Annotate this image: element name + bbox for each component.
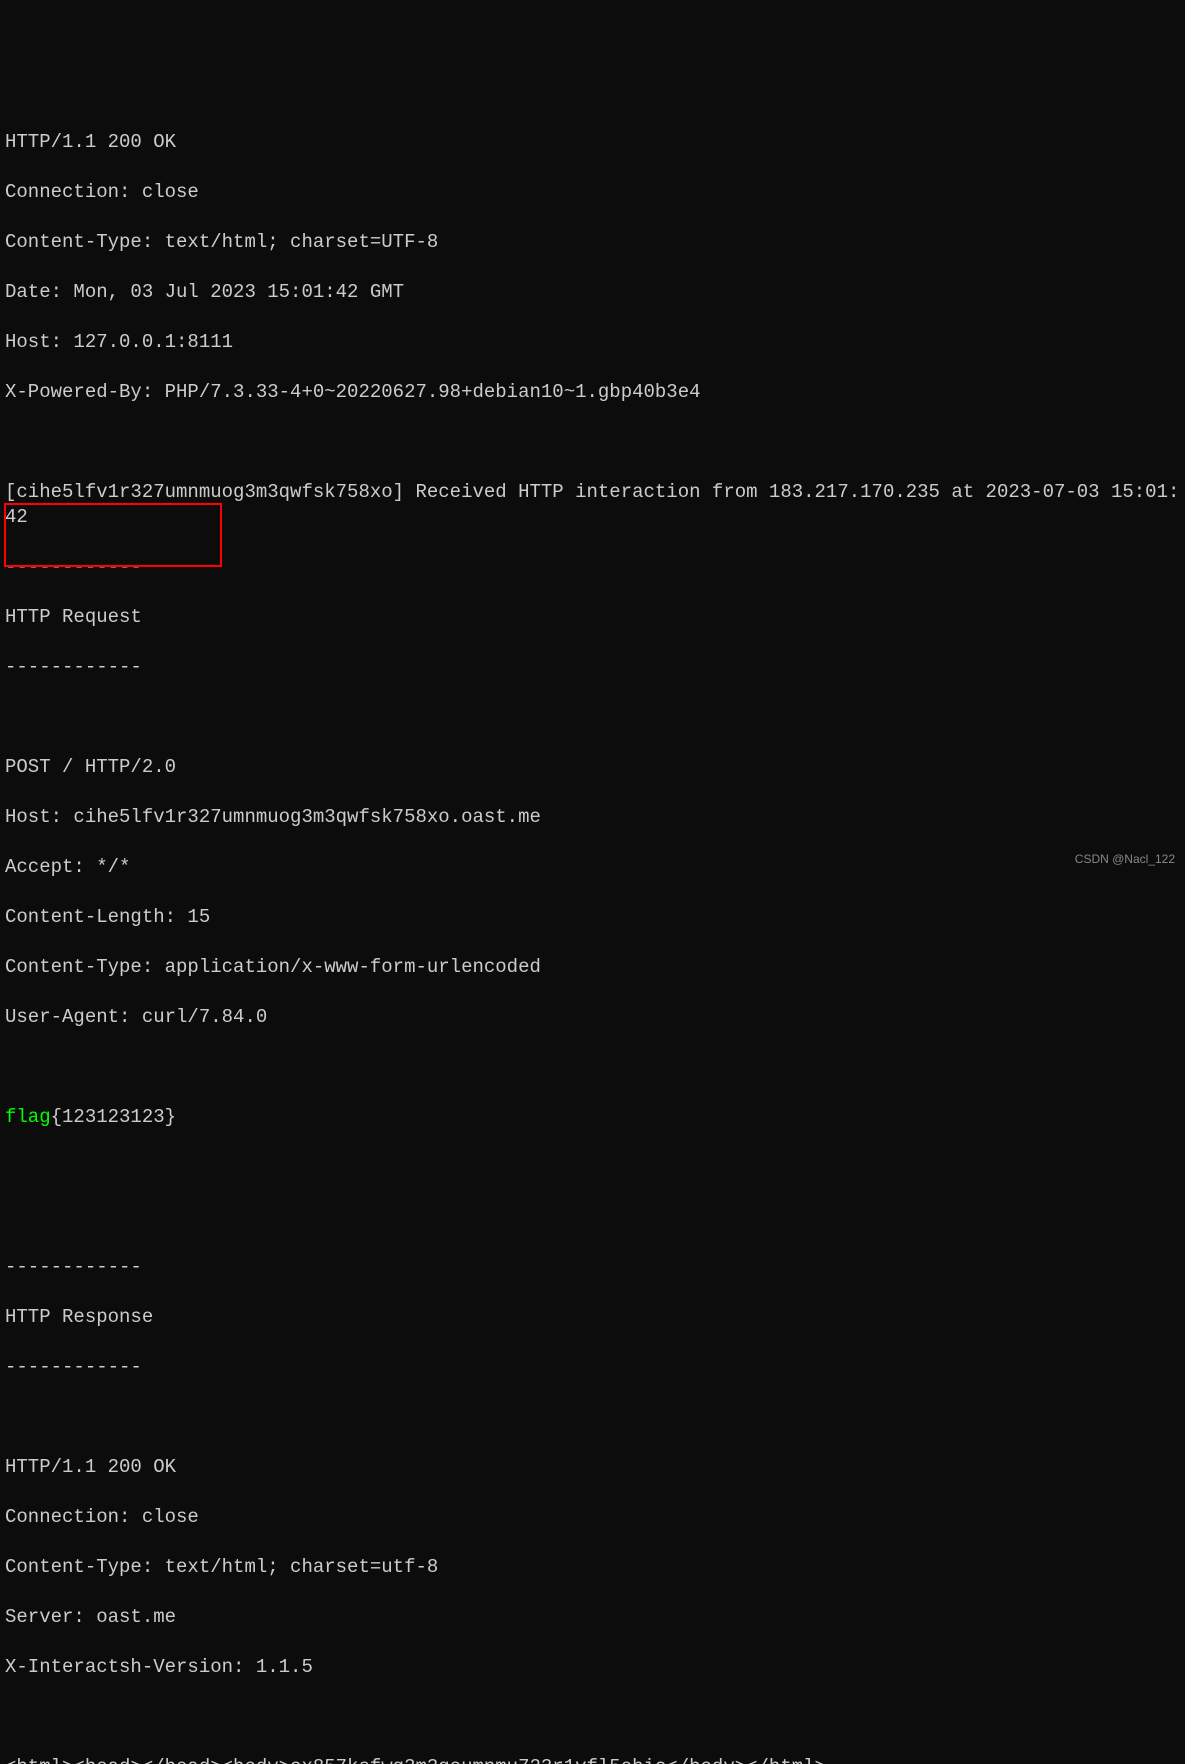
blank-line xyxy=(5,1705,1180,1730)
divider: ------------ xyxy=(5,555,1180,580)
flag-prefix: flag xyxy=(5,1106,51,1128)
response-content-type: Content-Type: text/html; charset=UTF-8 xyxy=(5,230,1180,255)
response2-x-interactsh-version: X-Interactsh-Version: 1.1.5 xyxy=(5,1655,1180,1680)
blank-line xyxy=(5,705,1180,730)
html-body-line: <html><head></head><body>ox857ksfwq3m3go… xyxy=(5,1755,1180,1764)
divider: ------------ xyxy=(5,655,1180,680)
request-content-type: Content-Type: application/x-www-form-url… xyxy=(5,955,1180,980)
divider: ------------ xyxy=(5,1255,1180,1280)
blank-line xyxy=(5,1405,1180,1430)
http-request-label: HTTP Request xyxy=(5,605,1180,630)
request-content-length: Content-Length: 15 xyxy=(5,905,1180,930)
blank-line xyxy=(5,1055,1180,1080)
flag-value: {123123123} xyxy=(51,1106,176,1128)
terminal-output: HTTP/1.1 200 OK Connection: close Conten… xyxy=(5,105,1180,1764)
request-user-agent: User-Agent: curl/7.84.0 xyxy=(5,1005,1180,1030)
watermark: CSDN @Nacl_122 xyxy=(1075,847,1175,872)
http-response-label: HTTP Response xyxy=(5,1305,1180,1330)
response-date: Date: Mon, 03 Jul 2023 15:01:42 GMT xyxy=(5,280,1180,305)
response-connection: Connection: close xyxy=(5,180,1180,205)
response-x-powered-by: X-Powered-By: PHP/7.3.33-4+0~20220627.98… xyxy=(5,380,1180,405)
blank-line xyxy=(5,430,1180,455)
request-host: Host: cihe5lfv1r327umnmuog3m3qwfsk758xo.… xyxy=(5,805,1180,830)
request-accept: Accept: */* xyxy=(5,855,1180,880)
response2-status-line: HTTP/1.1 200 OK xyxy=(5,1455,1180,1480)
response-status-line: HTTP/1.1 200 OK xyxy=(5,130,1180,155)
request-method-line: POST / HTTP/2.0 xyxy=(5,755,1180,780)
flag-line: flag{123123123} xyxy=(5,1105,1180,1130)
divider: ------------ xyxy=(5,1355,1180,1380)
response2-content-type: Content-Type: text/html; charset=utf-8 xyxy=(5,1555,1180,1580)
blank-line xyxy=(5,1205,1180,1230)
blank-line xyxy=(5,1155,1180,1180)
interaction-log: [cihe5lfv1r327umnmuog3m3qwfsk758xo] Rece… xyxy=(5,480,1180,530)
response2-server: Server: oast.me xyxy=(5,1605,1180,1630)
response2-connection: Connection: close xyxy=(5,1505,1180,1530)
response-host: Host: 127.0.0.1:8111 xyxy=(5,330,1180,355)
